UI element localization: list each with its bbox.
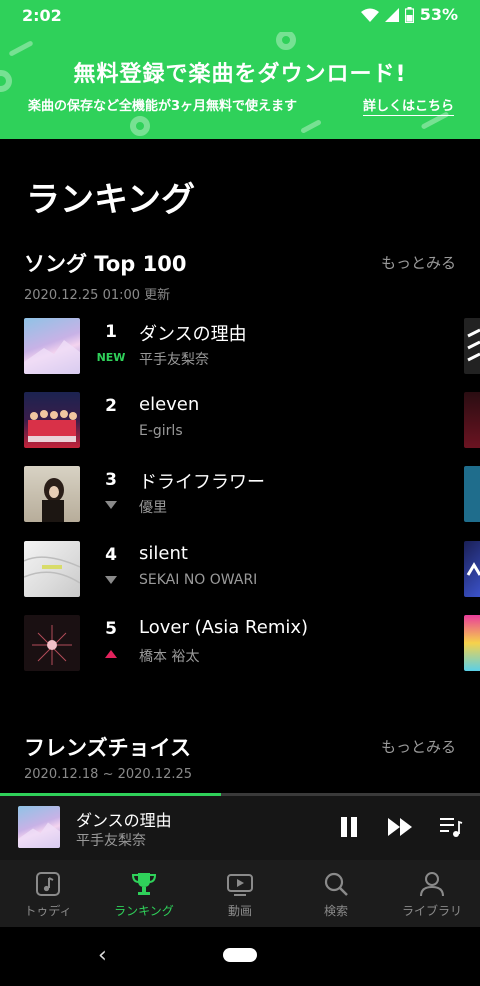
music-note-icon	[36, 872, 60, 896]
album-art	[24, 318, 80, 374]
banner-decoration	[276, 32, 296, 50]
pause-button[interactable]	[335, 813, 363, 841]
search-icon	[324, 872, 348, 896]
banner-decoration	[130, 116, 150, 136]
song-title: eleven	[139, 394, 200, 415]
rank-number: 5	[105, 619, 117, 639]
album-art	[24, 541, 80, 597]
tab-search[interactable]: 検索	[288, 860, 384, 927]
tab-today[interactable]: トゥディ	[0, 860, 96, 927]
rank-number: 1	[105, 322, 117, 342]
signal-icon	[384, 7, 399, 22]
next-column-peek[interactable]	[464, 392, 480, 448]
next-column-peek[interactable]	[464, 541, 480, 597]
video-icon	[227, 874, 253, 896]
songs-section-header: ソング Top 100 もっとみる	[24, 248, 456, 278]
status-icons: 53%	[360, 5, 458, 24]
system-nav-bar: ‹	[0, 927, 480, 986]
album-art	[24, 392, 80, 448]
song-artist: 平手友梨奈	[139, 352, 209, 368]
song-title: ドライフラワー	[139, 472, 265, 493]
next-column-peek[interactable]	[464, 615, 480, 671]
rank-down-icon	[105, 576, 117, 584]
tab-label: 検索	[323, 904, 348, 918]
banner-decoration	[300, 119, 322, 134]
promo-banner[interactable]: 無料登録で楽曲をダウンロード! 楽曲の保存など全機能が3ヶ月無料で使えます 詳し…	[0, 32, 480, 139]
song-artist: E-girls	[139, 423, 183, 439]
song-title: Lover (Asia Remix)	[139, 617, 309, 638]
song-artist: SEKAI NO OWARI	[139, 572, 258, 588]
status-time: 2:02	[22, 6, 62, 25]
ranking-row[interactable]: 2 eleven E-girls	[24, 392, 480, 448]
song-title: ダンスの理由	[139, 324, 247, 345]
battery-icon	[404, 6, 414, 23]
song-artist: 橋本 裕太	[139, 649, 200, 665]
pause-icon	[341, 817, 357, 837]
friends-more-link[interactable]: もっとみる	[381, 736, 456, 757]
playback-progress[interactable]	[0, 793, 480, 796]
tab-label: ライブラリ	[401, 904, 462, 918]
banner-details-link[interactable]: 詳しくはこちら	[362, 95, 454, 116]
tab-video[interactable]: 動画	[192, 860, 288, 927]
next-track-button[interactable]	[386, 813, 414, 841]
song-title: silent	[139, 543, 188, 564]
songs-updated-time: 2020.12.25 01:00 更新	[24, 288, 171, 303]
rank-number: 4	[105, 545, 117, 565]
ranking-row[interactable]: 5 Lover (Asia Remix) 橋本 裕太	[24, 615, 480, 671]
fast-forward-icon	[388, 818, 412, 836]
person-icon	[420, 872, 444, 897]
ranking-row[interactable]: 1 NEW ダンスの理由 平手友梨奈	[24, 318, 480, 374]
banner-subtitle: 楽曲の保存など全機能が3ヶ月無料で使えます	[28, 99, 298, 114]
home-pill[interactable]	[223, 948, 257, 962]
songs-more-link[interactable]: もっとみる	[381, 252, 456, 273]
tab-ranking[interactable]: ランキング	[96, 860, 192, 927]
bottom-tab-bar: トゥディ ランキング 動画 検索 ライブラリ	[0, 860, 480, 927]
trophy-icon	[131, 873, 157, 895]
queue-button[interactable]	[437, 813, 465, 841]
wifi-icon	[360, 8, 379, 22]
tab-label: ランキング	[114, 904, 174, 918]
banner-title: 無料登録で楽曲をダウンロード!	[73, 62, 407, 87]
rank-number: 2	[105, 396, 117, 416]
tab-label: トゥディ	[24, 904, 72, 918]
album-art	[24, 615, 80, 671]
banner-decoration	[8, 40, 34, 57]
player-artist: 平手友梨奈	[76, 833, 146, 849]
status-bar: 2:02 53%	[0, 0, 480, 32]
album-art	[24, 466, 80, 522]
rank-down-icon	[105, 501, 117, 509]
page-title: ランキング	[26, 180, 195, 220]
ranking-row[interactable]: 3 ドライフラワー 優里	[24, 466, 480, 522]
player-album-art	[18, 806, 60, 848]
player-song-title: ダンスの理由	[76, 811, 172, 830]
tab-library[interactable]: ライブラリ	[384, 860, 480, 927]
next-column-peek[interactable]	[464, 318, 480, 374]
mini-player[interactable]: ダンスの理由 平手友梨奈	[0, 793, 480, 860]
rank-number: 3	[105, 470, 117, 490]
song-artist: 優里	[139, 500, 167, 516]
new-badge: NEW	[96, 351, 126, 364]
ranking-row[interactable]: 4 silent SEKAI NO OWARI	[24, 541, 480, 597]
back-icon[interactable]: ‹	[98, 943, 107, 968]
playback-progress-fill	[0, 793, 221, 796]
next-column-peek[interactable]	[464, 466, 480, 522]
rank-up-icon	[105, 650, 117, 658]
friends-section-header: フレンズチョイス もっとみる	[24, 732, 456, 762]
tab-label: 動画	[227, 904, 252, 918]
battery-level: 53%	[419, 5, 458, 24]
friends-date-range: 2020.12.18 ~ 2020.12.25	[24, 767, 193, 782]
playlist-icon	[440, 818, 463, 837]
